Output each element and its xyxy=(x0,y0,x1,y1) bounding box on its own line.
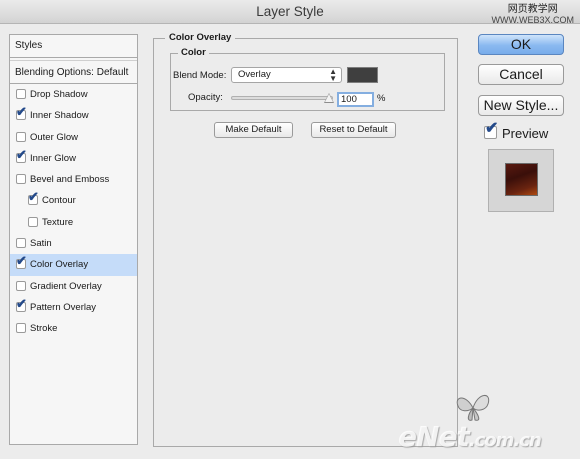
styles-list: Styles Blending Options: Default Drop Sh… xyxy=(9,34,138,445)
check-icon: ✔ xyxy=(16,146,27,162)
style-checkbox[interactable] xyxy=(16,89,26,99)
style-item-label: Texture xyxy=(42,216,74,228)
style-checkbox[interactable]: ✔ xyxy=(16,296,27,312)
blend-mode-label: Blend Mode: xyxy=(173,70,227,81)
style-checkbox[interactable] xyxy=(16,323,26,334)
style-item-label: Drop Shadow xyxy=(30,89,88,100)
style-checkbox[interactable] xyxy=(16,280,26,291)
updown-arrows-icon: ▲ ▼ xyxy=(329,67,337,83)
butterfly-icon xyxy=(456,395,490,421)
style-item-outer-glow[interactable]: Outer Glow xyxy=(10,127,137,148)
style-checkbox[interactable] xyxy=(16,174,26,185)
blending-options[interactable]: Blending Options: Default xyxy=(10,60,137,84)
style-item-satin[interactable]: Satin xyxy=(10,233,137,254)
blend-mode-select[interactable]: Overlay ▲ ▼ xyxy=(231,67,342,83)
style-item-label: Contour xyxy=(42,195,76,207)
opacity-unit: % xyxy=(377,93,386,104)
style-item-label: Color Overlay xyxy=(30,259,89,271)
style-item-label: Gradient Overlay xyxy=(30,280,102,292)
preview-swatch xyxy=(505,163,538,196)
watermark-top: 网页教学网 WWW.WEB3X.COM xyxy=(492,4,575,26)
style-item-label: Inner Shadow xyxy=(30,110,89,122)
style-item-label: Bevel and Emboss xyxy=(30,174,110,186)
style-item-pattern-overlay[interactable]: ✔ Pattern Overlay xyxy=(10,296,137,318)
reset-to-default-button[interactable]: Reset to Default xyxy=(311,122,396,138)
style-item-bevel-and-emboss[interactable]: Bevel and Emboss xyxy=(10,169,137,190)
style-items: Drop Shadow ✔ Inner Shadow Outer Glow ✔ Inner… xyxy=(10,84,137,340)
color-swatch[interactable] xyxy=(347,67,378,83)
style-item-texture[interactable]: Texture xyxy=(10,212,137,233)
style-item-drop-shadow[interactable]: Drop Shadow xyxy=(10,84,137,105)
watermark-domain: .com.cn xyxy=(468,430,542,451)
style-checkbox[interactable] xyxy=(16,131,26,142)
cancel-button[interactable]: Cancel xyxy=(478,64,564,85)
style-item-label: Stroke xyxy=(30,323,58,335)
watermark-top-line1: 网页教学网 xyxy=(507,4,558,15)
style-item-gradient-overlay[interactable]: Gradient Overlay xyxy=(10,276,137,297)
blend-mode-value: Overlay xyxy=(238,69,271,80)
style-checkbox[interactable]: ✔ xyxy=(28,190,39,206)
style-item-inner-glow[interactable]: ✔ Inner Glow xyxy=(10,147,137,169)
check-icon: ✔ xyxy=(16,295,27,311)
opacity-input[interactable]: 100 xyxy=(337,92,374,107)
opacity-slider[interactable] xyxy=(231,96,333,100)
ok-button[interactable]: OK xyxy=(478,34,564,55)
style-checkbox[interactable] xyxy=(16,238,26,249)
check-icon: ✔ xyxy=(28,189,39,205)
color-group-title: Color xyxy=(178,47,209,58)
style-checkbox[interactable]: ✔ xyxy=(16,254,27,270)
style-item-color-overlay[interactable]: ✔ Color Overlay xyxy=(10,254,137,276)
style-item-label: Outer Glow xyxy=(30,131,79,143)
preview-thumbnail xyxy=(488,149,554,212)
opacity-slider-thumb[interactable] xyxy=(325,94,333,102)
style-item-stroke[interactable]: Stroke xyxy=(10,318,137,339)
style-item-label: Inner Glow xyxy=(30,152,76,164)
styles-header[interactable]: Styles xyxy=(10,35,137,58)
style-item-contour[interactable]: ✔ Contour xyxy=(10,190,137,211)
title-bar: Layer Style 网页教学网 WWW.WEB3X.COM xyxy=(0,0,580,26)
style-checkbox[interactable] xyxy=(28,216,38,227)
style-item-inner-shadow[interactable]: ✔ Inner Shadow xyxy=(10,105,137,126)
opacity-label: Opacity: xyxy=(188,92,223,103)
check-icon: ✔ xyxy=(16,104,27,120)
preview-checkbox[interactable]: ✔ xyxy=(484,120,498,139)
watermark-bottom: eNet.com.cn xyxy=(398,420,542,453)
check-icon: ✔ xyxy=(485,120,499,137)
style-item-label: Satin xyxy=(30,238,52,250)
style-checkbox[interactable]: ✔ xyxy=(16,147,27,163)
watermark-brand: eNet xyxy=(398,420,470,453)
style-checkbox[interactable]: ✔ xyxy=(16,105,27,121)
group-title: Color Overlay xyxy=(165,32,236,43)
style-item-label: Pattern Overlay xyxy=(30,301,96,313)
check-icon: ✔ xyxy=(16,253,27,269)
new-style-button[interactable]: New Style... xyxy=(478,95,564,116)
make-default-button[interactable]: Make Default xyxy=(214,122,293,138)
preview-label: Preview xyxy=(502,126,549,141)
watermark-top-line2: WWW.WEB3X.COM xyxy=(491,15,575,25)
